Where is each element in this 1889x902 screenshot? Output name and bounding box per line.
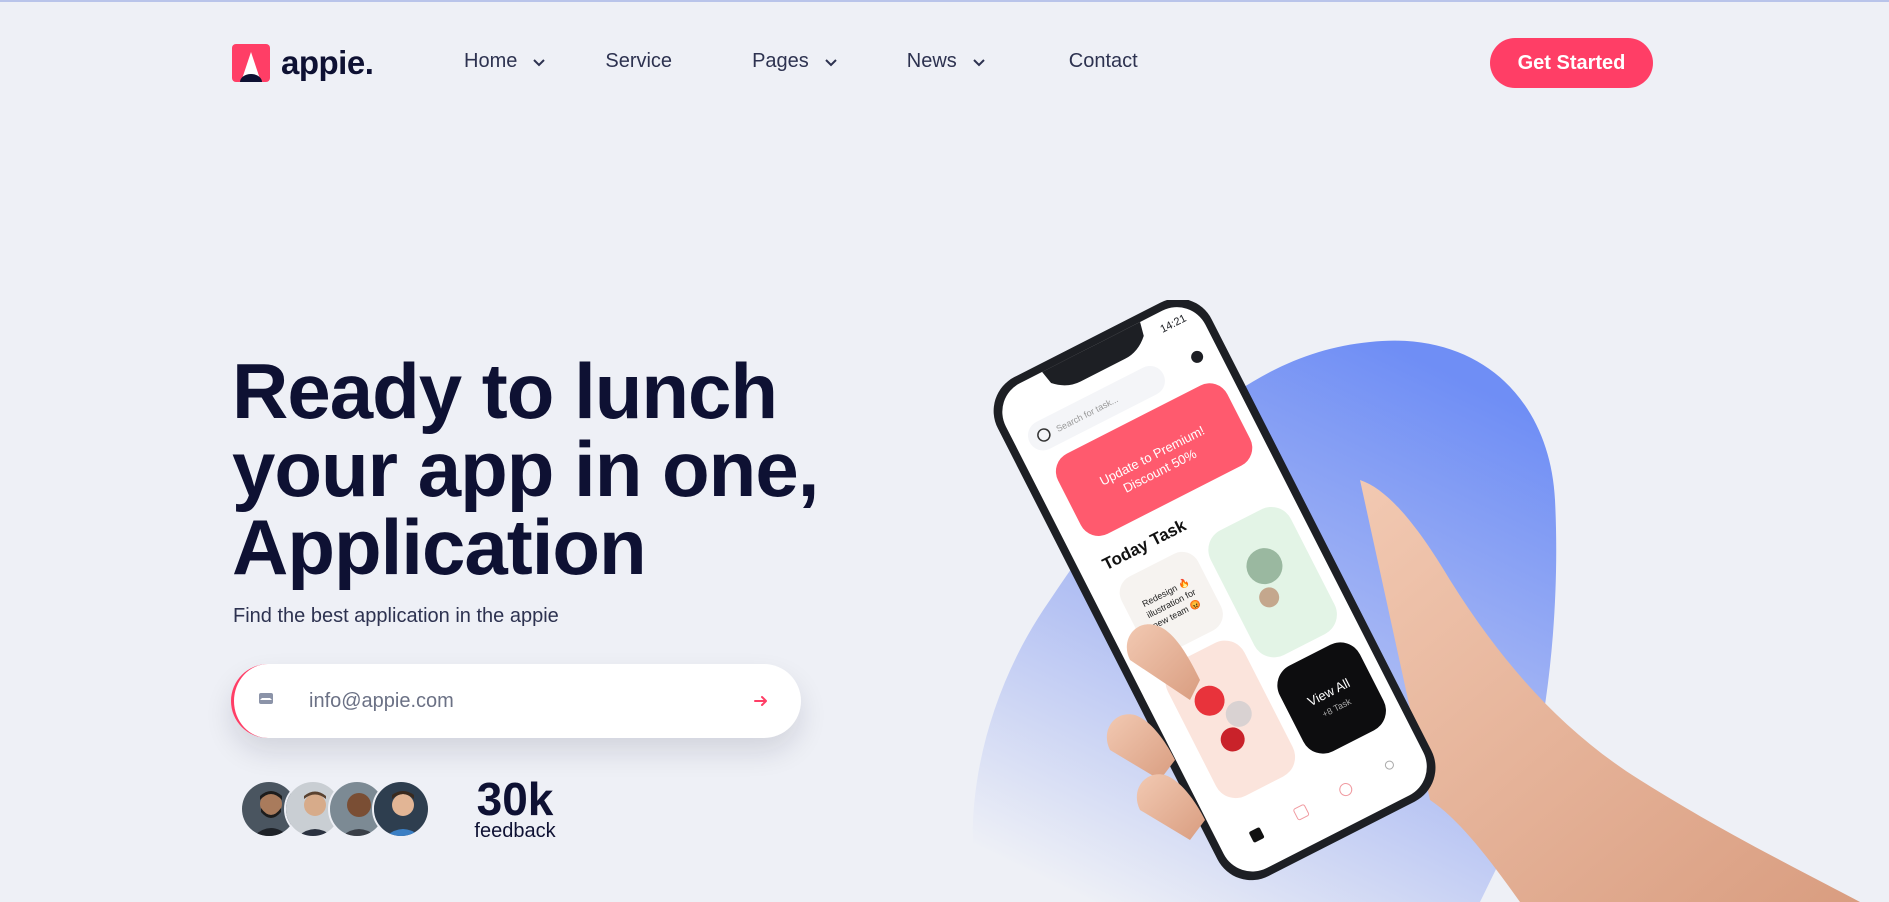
logo-text: appie. [281,44,374,81]
main-nav: Home Service Pages News Contact [464,50,1138,73]
hero-phone-illustration: 14:21 Search for task... Update to Premi… [960,298,1889,902]
chevron-down-icon [973,58,985,66]
chevron-down-icon [533,58,546,66]
feedback-label: feedback [474,820,556,842]
nav-label: Pages [752,50,809,72]
nav-item-contact[interactable]: Contact [1069,50,1138,73]
chevron-down-icon [825,58,837,66]
nav-item-home[interactable]: Home [464,50,547,73]
reviewer-avatars [240,780,430,838]
arrow-right-icon[interactable] [750,690,772,712]
nav-item-pages[interactable]: Pages [752,50,839,73]
envelope-icon [259,693,273,704]
logo[interactable]: appie. [232,44,374,90]
email-input[interactable] [309,682,689,720]
email-signup-form [231,664,801,738]
headline-line-2: your app in one, [232,425,819,513]
logo-mark-icon [232,44,270,90]
nav-label: Service [605,50,673,72]
nav-item-news[interactable]: News [907,50,987,73]
site-header: appie. Home Service Pages News Contact G… [0,0,1889,126]
get-started-button[interactable]: Get Started [1490,38,1653,88]
hero-subtitle: Find the best application in the appie [233,605,559,627]
hero-headline: Ready to lunch your app in one, Applicat… [232,347,819,591]
headline-line-1: Ready to lunch [232,347,778,435]
feedback-count: 30k [476,773,554,825]
avatar [372,780,430,838]
nav-label: Contact [1068,50,1138,72]
nav-label: News [906,50,957,72]
headline-line-3: Application [232,503,647,591]
nav-item-service[interactable]: Service [605,50,672,73]
nav-label: Home [464,50,518,72]
